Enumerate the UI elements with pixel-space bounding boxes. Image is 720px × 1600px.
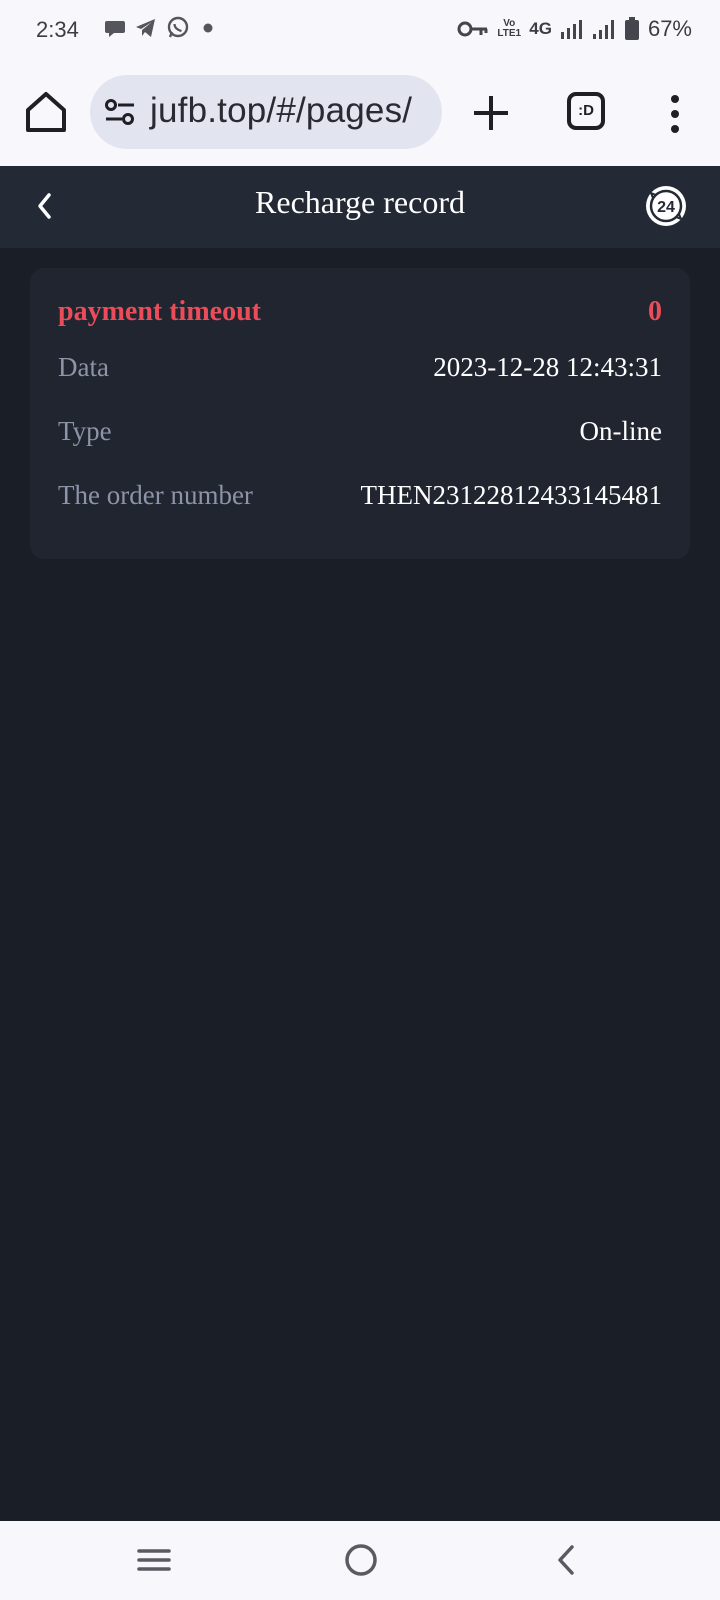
date-row: Data 2023-12-28 12:43:31 bbox=[58, 352, 662, 383]
order-number-value: THEN23122812433145481 bbox=[360, 480, 662, 510]
battery-icon bbox=[624, 17, 639, 40]
chat-bubble-icon bbox=[105, 21, 125, 37]
signal-icon bbox=[560, 20, 582, 39]
type-value: On-line bbox=[579, 416, 662, 446]
recent-apps-icon[interactable] bbox=[136, 1541, 172, 1579]
address-bar[interactable]: jufb.top/#/pages/ bbox=[90, 75, 442, 149]
type-label: Type bbox=[58, 416, 112, 446]
order-number-row: The order number THEN23122812433145481 bbox=[58, 480, 662, 511]
date-value: 2023-12-28 12:43:31 bbox=[433, 352, 662, 382]
url-text[interactable]: jufb.top/#/pages/ bbox=[150, 91, 412, 131]
new-tab-icon[interactable] bbox=[470, 92, 512, 134]
order-number-label: The order number bbox=[58, 480, 253, 510]
amount-value: 0 bbox=[648, 296, 662, 327]
page-title: Recharge record bbox=[255, 184, 465, 220]
svg-text:24: 24 bbox=[657, 199, 675, 216]
type-row: Type On-line bbox=[58, 416, 662, 447]
signal-icon bbox=[592, 20, 614, 39]
record-header-row: payment timeout 0 bbox=[58, 296, 662, 328]
browser-toolbar: jufb.top/#/pages/ :D bbox=[0, 62, 720, 166]
customer-service-24-icon[interactable]: 24 bbox=[644, 184, 688, 228]
date-label: Data bbox=[58, 352, 109, 382]
volte-icon: Vo LTE1 bbox=[497, 18, 522, 39]
recharge-record-card[interactable]: payment timeout 0 Data 2023-12-28 12:43:… bbox=[30, 268, 690, 559]
vpn-key-icon bbox=[457, 21, 488, 37]
network-type: 4G bbox=[529, 19, 552, 38]
whatsapp-icon bbox=[167, 16, 189, 38]
tab-switcher-button[interactable]: :D bbox=[567, 92, 605, 130]
status-bar: 2:34 Vo LTE1 4G 67% bbox=[0, 0, 720, 62]
status-badge: payment timeout bbox=[58, 296, 261, 327]
telegram-icon bbox=[136, 19, 155, 37]
home-circle-icon[interactable] bbox=[342, 1541, 380, 1579]
battery-percent: 67% bbox=[647, 16, 692, 41]
more-options-icon[interactable] bbox=[663, 94, 687, 134]
system-back-icon[interactable] bbox=[550, 1541, 584, 1579]
system-navigation-bar bbox=[0, 1521, 720, 1600]
app-header: Recharge record bbox=[0, 166, 720, 248]
dot-icon bbox=[203, 23, 213, 33]
home-icon[interactable] bbox=[24, 90, 68, 134]
notification-icons bbox=[104, 16, 218, 40]
status-time: 2:34 bbox=[36, 17, 79, 42]
system-icons: Vo LTE1 4G 67% bbox=[457, 16, 692, 42]
site-settings-icon[interactable] bbox=[104, 97, 136, 127]
